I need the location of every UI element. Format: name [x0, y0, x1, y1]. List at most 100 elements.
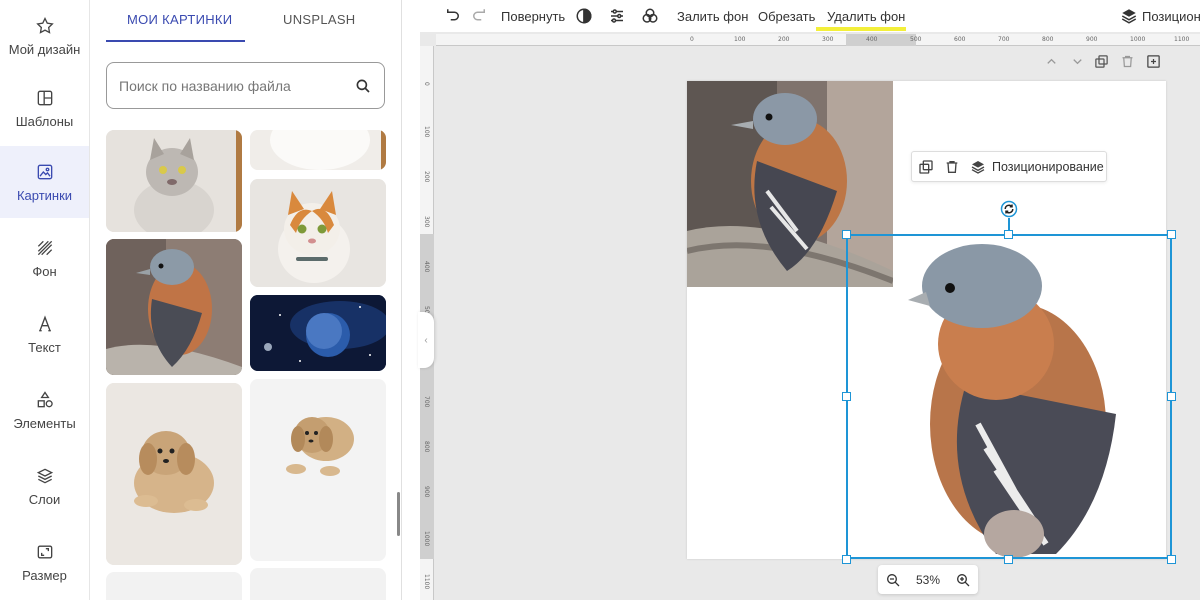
- search-icon[interactable]: [354, 77, 372, 95]
- filters-circles-icon: [642, 8, 658, 23]
- active-tab-indicator: [106, 40, 245, 42]
- nav-item-label: Текст: [28, 339, 61, 355]
- nav-item-images[interactable]: Картинки: [0, 146, 89, 218]
- page-delete-button[interactable]: [1119, 53, 1135, 69]
- nav-item-label: Размер: [22, 567, 67, 583]
- gallery-thumb[interactable]: [106, 572, 242, 600]
- layers-icon: [1121, 9, 1137, 24]
- resize-handle-bottom-left[interactable]: [842, 555, 851, 564]
- shapes-icon: [37, 390, 53, 407]
- tab-my-images[interactable]: МОИ КАРТИНКИ: [127, 12, 232, 27]
- page-move-up-button[interactable]: [1043, 53, 1059, 69]
- chevron-left-icon: ‹: [424, 334, 428, 346]
- nav-item-label: Элементы: [13, 415, 76, 431]
- ruler-tick-label: 300: [822, 36, 834, 43]
- ruler-tick-label: 0: [423, 82, 430, 86]
- ruler-tick-label: 900: [423, 486, 430, 498]
- ruler-tick-label: 100: [734, 36, 746, 43]
- redo-icon: [473, 9, 485, 21]
- images-panel: МОИ КАРТИНКИ UNSPLASH: [90, 0, 402, 600]
- gallery-thumb[interactable]: [250, 130, 386, 170]
- resize-handle-top-right[interactable]: [1167, 230, 1176, 239]
- ruler-tick-label: 300: [423, 216, 430, 228]
- resize-handle-bottom-right[interactable]: [1167, 555, 1176, 564]
- resize-icon: [37, 545, 52, 558]
- delete-element-button[interactable]: [944, 159, 960, 175]
- tab-unsplash[interactable]: UNSPLASH: [283, 12, 355, 27]
- crop-label: Обрезать: [758, 8, 816, 24]
- gallery-thumb[interactable]: [250, 568, 386, 600]
- dog-cutout-thumbnail: [250, 379, 386, 561]
- filters-button[interactable]: [641, 6, 659, 26]
- ruler-tick-label: 700: [423, 396, 430, 408]
- resize-handle-left[interactable]: [842, 392, 851, 401]
- page-duplicate-button[interactable]: [1093, 53, 1109, 69]
- flip-button[interactable]: [575, 6, 593, 26]
- image-search-box: [106, 62, 385, 109]
- resize-handle-right[interactable]: [1167, 392, 1176, 401]
- nav-item-templates[interactable]: Шаблоны: [0, 72, 89, 144]
- gallery-thumb[interactable]: [106, 239, 242, 375]
- template-icon: [37, 90, 52, 105]
- nav-item-size[interactable]: Размер: [0, 526, 89, 598]
- adjust-button[interactable]: [608, 6, 626, 26]
- remove-background-label: Удалить фон: [827, 8, 906, 24]
- rotate-button[interactable]: Повернуть: [501, 6, 565, 26]
- nav-item-text[interactable]: Текст: [0, 298, 89, 370]
- fill-background-label: Залить фон: [677, 8, 749, 24]
- duplicate-icon: [919, 159, 933, 174]
- search-input[interactable]: [119, 77, 354, 94]
- panel-scrollbar[interactable]: [397, 492, 400, 536]
- fill-background-button[interactable]: Залить фон: [677, 6, 748, 26]
- white-cat-thumbnail: [250, 130, 386, 170]
- duplicate-element-button[interactable]: [918, 159, 934, 175]
- nav-item-elements[interactable]: Элементы: [0, 374, 89, 446]
- panel-collapse-handle[interactable]: ‹: [418, 312, 434, 368]
- ginger-cat-thumbnail: [250, 179, 386, 287]
- chevron-up-icon: [1046, 58, 1056, 64]
- ruler-tick-label: 600: [954, 36, 966, 43]
- resize-handle-top-left[interactable]: [842, 230, 851, 239]
- nav-item-label: Шаблоны: [15, 113, 74, 129]
- resize-handle-top[interactable]: [1004, 230, 1013, 239]
- rotate-handle-icon[interactable]: [1000, 200, 1018, 218]
- nav-item-label: Картинки: [16, 187, 73, 203]
- layers-icon: [971, 160, 985, 174]
- nav-item-background[interactable]: Фон: [0, 222, 89, 294]
- nav-item-my-design[interactable]: Мой дизайн: [0, 0, 89, 72]
- element-context-toolbar: Позиционирование: [911, 151, 1107, 182]
- positioning-toolbar-label: Позициони: [1142, 8, 1200, 24]
- zoom-in-icon[interactable]: [955, 572, 971, 588]
- gallery-thumb[interactable]: [250, 295, 386, 371]
- ruler-tick-label: 500: [910, 36, 922, 43]
- crop-button[interactable]: Обрезать: [758, 6, 815, 26]
- nav-item-label: Фон: [32, 263, 57, 279]
- ruler-tick-label: 1100: [423, 574, 430, 590]
- trash-icon: [946, 160, 958, 173]
- ruler-tick-label: 800: [1042, 36, 1054, 43]
- layers-icon: [36, 468, 53, 483]
- remove-background-highlight: [816, 27, 906, 31]
- gallery-thumb[interactable]: [250, 379, 386, 561]
- undo-button[interactable]: [444, 6, 462, 26]
- ruler-tick-label: 200: [423, 171, 430, 183]
- remove-background-button[interactable]: Удалить фон: [827, 6, 905, 26]
- duplicate-icon: [1094, 54, 1108, 68]
- ruler-tick-label: 1100: [1174, 36, 1190, 43]
- positioning-toolbar-button[interactable]: Позициони: [1120, 6, 1200, 26]
- nav-item-layers[interactable]: Слои: [0, 450, 89, 522]
- gallery-thumb[interactable]: [106, 383, 242, 565]
- ruler-tick-label: 1000: [1130, 36, 1146, 43]
- ruler-tick-label: 900: [1086, 36, 1098, 43]
- resize-handle-bottom[interactable]: [1004, 555, 1013, 564]
- page-add-button[interactable]: [1145, 53, 1161, 69]
- page-move-down-button[interactable]: [1069, 53, 1085, 69]
- gallery-thumb[interactable]: [250, 179, 386, 287]
- positioning-button[interactable]: Позиционирование: [970, 159, 1104, 175]
- add-page-icon: [1146, 54, 1160, 68]
- selection-box[interactable]: [846, 234, 1172, 559]
- gallery-thumb[interactable]: [106, 130, 242, 232]
- redo-button[interactable]: [470, 6, 488, 26]
- zoom-out-icon[interactable]: [885, 572, 901, 588]
- ruler-tick-label: 1000: [423, 531, 430, 547]
